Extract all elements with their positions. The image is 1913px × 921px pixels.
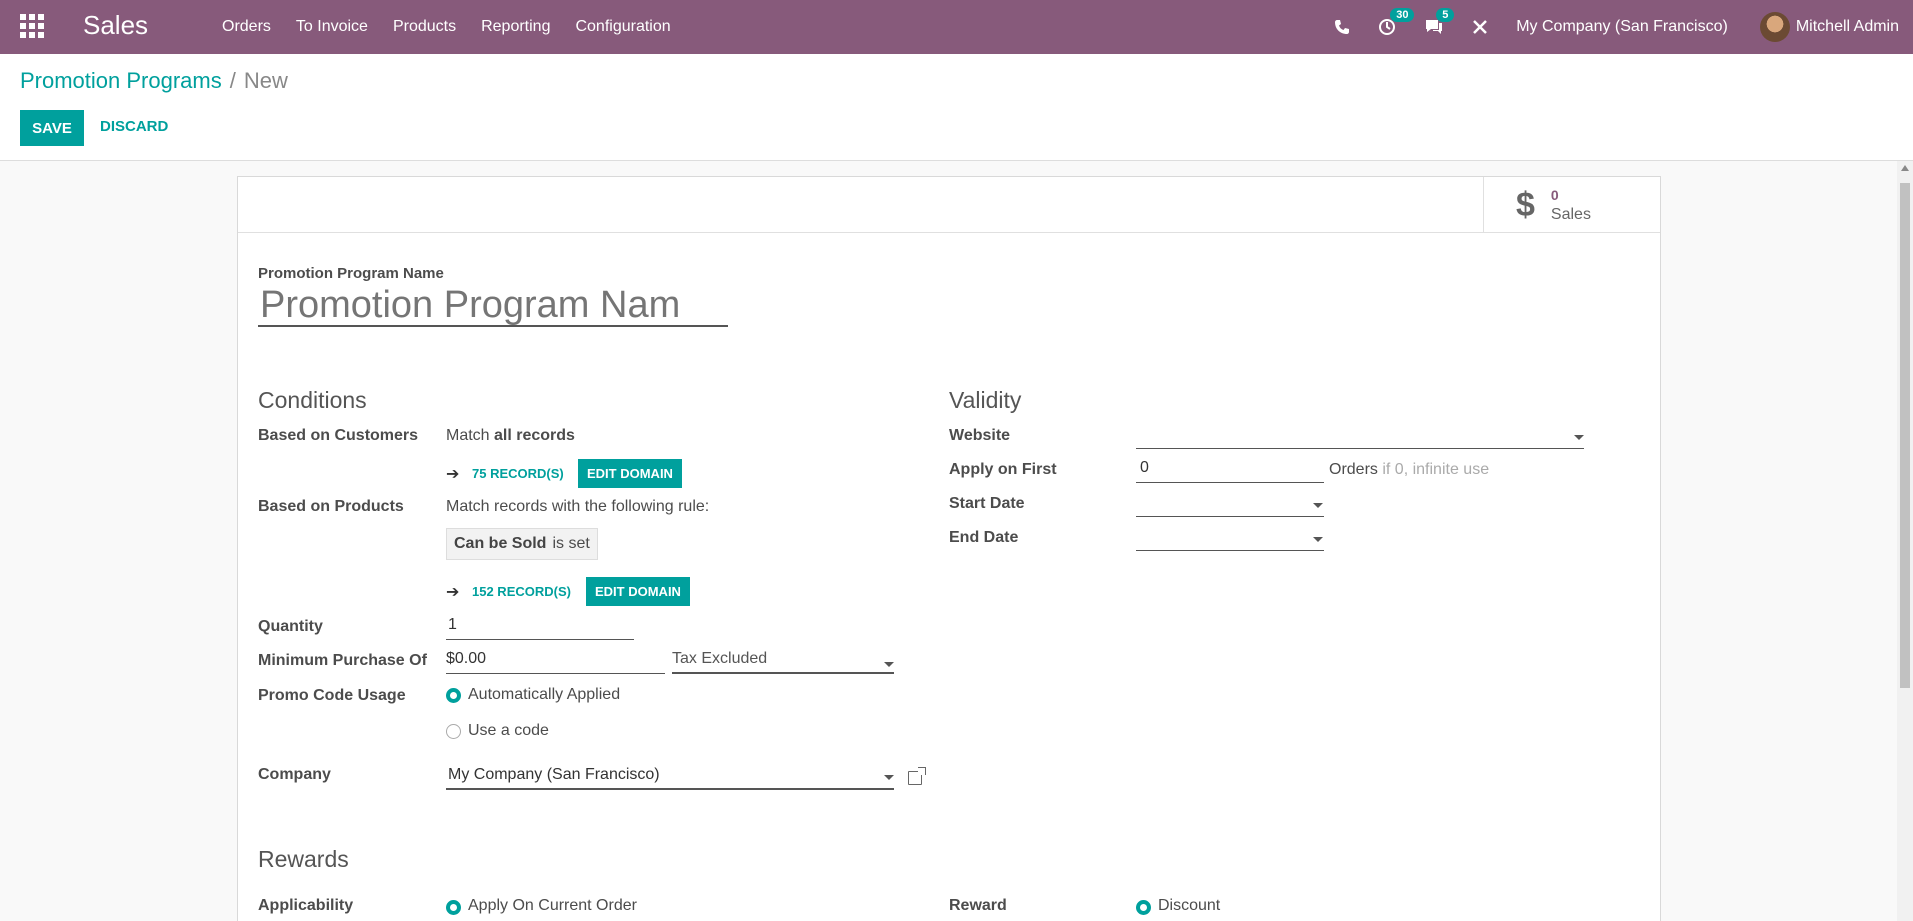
reward-label: Reward bbox=[949, 897, 1007, 914]
start-date-label: Start Date bbox=[949, 495, 1025, 512]
activity-badge: 30 bbox=[1390, 8, 1415, 22]
menu-products[interactable]: Products bbox=[393, 18, 456, 36]
scrollbar[interactable] bbox=[1897, 161, 1913, 921]
applicability-value[interactable]: Apply On Current Order bbox=[468, 897, 637, 915]
sales-label: Sales bbox=[1550, 206, 1591, 223]
save-button[interactable]: SAVE bbox=[20, 110, 84, 146]
menu-orders[interactable]: Orders bbox=[222, 18, 271, 36]
menu-reporting[interactable]: Reporting bbox=[481, 18, 550, 36]
chevron-down-icon bbox=[1313, 503, 1323, 508]
min-purchase-input[interactable]: $0.00 bbox=[446, 646, 665, 674]
breadcrumb: Promotion Programs / New bbox=[20, 68, 288, 94]
phone-icon[interactable] bbox=[1334, 19, 1350, 35]
top-navbar: Sales Orders To Invoice Products Reporti… bbox=[0, 0, 1913, 54]
user-menu[interactable]: Mitchell Admin bbox=[1759, 12, 1899, 42]
promo-code-radio[interactable] bbox=[446, 724, 461, 739]
name-label: Promotion Program Name bbox=[258, 265, 444, 282]
chat-icon[interactable]: 5 bbox=[1424, 8, 1455, 36]
apply-current-order-radio[interactable] bbox=[446, 900, 461, 915]
customers-label: Based on Customers bbox=[258, 427, 419, 444]
breadcrumb-separator: / bbox=[229, 68, 236, 93]
arrow-right-icon: ➔ bbox=[446, 466, 460, 483]
end-date-input[interactable] bbox=[1136, 523, 1324, 551]
customers-domain: Match all records bbox=[446, 427, 575, 444]
close-icon[interactable] bbox=[1472, 19, 1488, 35]
start-date-input[interactable] bbox=[1136, 489, 1324, 517]
external-link-icon[interactable] bbox=[908, 767, 926, 785]
validity-title: Validity bbox=[949, 387, 1022, 413]
quantity-input[interactable]: 1 bbox=[446, 612, 634, 640]
chevron-down-icon bbox=[884, 775, 894, 780]
button-box: $ 0 Sales bbox=[238, 177, 1660, 233]
company-select[interactable]: My Company (San Francisco) bbox=[446, 762, 894, 790]
end-date-label: End Date bbox=[949, 529, 1019, 546]
domain-rule-tag: Can be Sold is set bbox=[446, 528, 598, 560]
message-badge: 5 bbox=[1436, 8, 1455, 22]
rule-operator: is set bbox=[552, 535, 590, 552]
control-panel: Promotion Programs / New SAVE DISCARD bbox=[0, 54, 1913, 161]
min-purchase-label: Minimum Purchase Of bbox=[258, 652, 427, 669]
menu-configuration[interactable]: Configuration bbox=[575, 18, 670, 36]
scroll-up-icon[interactable] bbox=[1901, 165, 1909, 171]
promo-usage-label: Promo Code Usage bbox=[258, 687, 406, 704]
clock-icon[interactable]: 30 bbox=[1378, 8, 1415, 36]
apps-icon[interactable] bbox=[20, 14, 44, 38]
user-name: Mitchell Admin bbox=[1795, 18, 1899, 35]
reward-value[interactable]: Discount bbox=[1158, 897, 1220, 915]
quantity-label: Quantity bbox=[258, 618, 323, 635]
reward-discount-radio[interactable] bbox=[1136, 900, 1151, 915]
dollar-icon: $ bbox=[1516, 185, 1535, 224]
customers-records-link[interactable]: 75 RECORD(S) bbox=[472, 466, 564, 481]
breadcrumb-parent[interactable]: Promotion Programs bbox=[20, 68, 222, 93]
tax-select[interactable]: Tax Excluded bbox=[672, 646, 894, 674]
main-menu: Orders To Invoice Products Reporting Con… bbox=[222, 0, 696, 54]
scroll-thumb[interactable] bbox=[1900, 183, 1910, 688]
chevron-down-icon bbox=[1574, 435, 1584, 440]
apply-first-input[interactable]: 0 bbox=[1136, 455, 1324, 483]
app-title[interactable]: Sales bbox=[83, 10, 148, 41]
program-name-input[interactable] bbox=[258, 285, 728, 327]
promo-auto-radio[interactable] bbox=[446, 688, 461, 703]
edit-products-domain-button[interactable]: EDIT DOMAIN bbox=[586, 577, 690, 606]
orders-hint: Orders if 0, infinite use bbox=[1329, 461, 1490, 478]
form-sheet: $ 0 Sales Promotion Program Name Conditi… bbox=[237, 176, 1661, 921]
apply-first-label: Apply on First bbox=[949, 461, 1057, 478]
products-label: Based on Products bbox=[258, 498, 404, 515]
website-select[interactable] bbox=[1136, 421, 1584, 449]
sales-count: 0 bbox=[1550, 187, 1559, 203]
promo-code-label[interactable]: Use a code bbox=[468, 722, 549, 740]
chevron-down-icon bbox=[884, 662, 894, 667]
systray: 30 5 My Company (San Francisco) Mitchell… bbox=[1334, 0, 1913, 54]
chevron-down-icon bbox=[1313, 537, 1323, 542]
rule-field: Can be Sold bbox=[454, 535, 547, 552]
products-records-link[interactable]: 152 RECORD(S) bbox=[472, 584, 571, 599]
applicability-label: Applicability bbox=[258, 897, 354, 914]
edit-customers-domain-button[interactable]: EDIT DOMAIN bbox=[578, 459, 682, 488]
website-label: Website bbox=[949, 427, 1011, 444]
products-domain-text: Match records with the following rule: bbox=[446, 498, 710, 515]
breadcrumb-current: New bbox=[243, 68, 288, 93]
discard-button[interactable]: DISCARD bbox=[100, 118, 168, 135]
menu-to-invoice[interactable]: To Invoice bbox=[296, 18, 368, 36]
avatar bbox=[1759, 12, 1790, 42]
sales-stat-button[interactable]: $ 0 Sales bbox=[1483, 177, 1660, 233]
company-label: Company bbox=[258, 766, 331, 783]
rewards-title: Rewards bbox=[258, 846, 349, 872]
arrow-right-icon: ➔ bbox=[446, 584, 460, 601]
conditions-title: Conditions bbox=[258, 387, 367, 413]
company-switcher[interactable]: My Company (San Francisco) bbox=[1516, 18, 1728, 36]
promo-auto-label[interactable]: Automatically Applied bbox=[468, 686, 620, 704]
